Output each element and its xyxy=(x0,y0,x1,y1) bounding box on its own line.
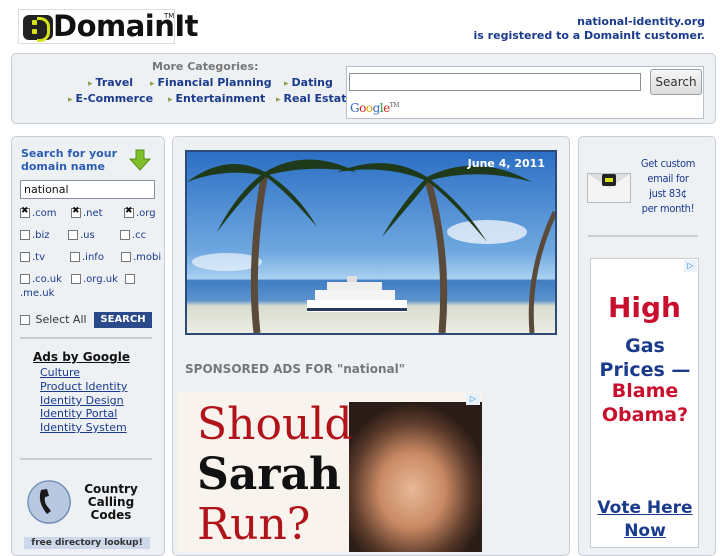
checkbox-icon[interactable] xyxy=(20,230,30,240)
bullet-icon: ▸ xyxy=(150,79,155,89)
category-dating[interactable]: ▸ Dating xyxy=(284,76,333,89)
free-directory-banner[interactable]: free directory lookup! xyxy=(24,537,150,549)
hero-date: June 4, 2011 xyxy=(467,157,545,170)
category-real-estate[interactable]: ▸ Real Estate xyxy=(276,92,354,105)
checkbox-checked-icon[interactable] xyxy=(71,206,81,218)
ad-link-culture[interactable]: Culture xyxy=(40,366,80,379)
ad-vote-link[interactable]: Vote Here Now xyxy=(595,497,695,543)
bullet-icon: ▸ xyxy=(88,79,93,89)
category-label: Travel xyxy=(95,76,134,89)
bullet-icon: ▸ xyxy=(168,95,173,105)
adchoices-icon[interactable]: ▷ xyxy=(684,260,697,272)
ad-link-product-identity[interactable]: Product Identity xyxy=(40,380,127,393)
logo-mark-icon xyxy=(23,15,53,42)
tld-checkbox-info[interactable]: .info xyxy=(70,252,104,263)
beach-cruise-illustration xyxy=(187,159,555,333)
logo-text: DomainIt xyxy=(53,9,199,43)
tld-checkbox-cc[interactable]: .cc xyxy=(120,230,146,241)
country-calling-codes-link[interactable]: Country Calling Codes xyxy=(76,483,146,522)
tld-checkbox-net[interactable]: .net xyxy=(71,206,103,219)
google-search-input[interactable] xyxy=(349,73,641,91)
registered-notice: is registered to a DomainIt customer. xyxy=(473,29,705,42)
ad-headline-gas-prices: Gas Prices — xyxy=(599,335,691,381)
should-sarah-run-ad[interactable]: Should Sarah Run? ▷ xyxy=(177,392,482,552)
ad-portrait-image xyxy=(349,402,482,552)
custom-email-promo[interactable]: Get custom email for just 83¢ per month! xyxy=(634,156,702,216)
checkbox-checked-icon[interactable] xyxy=(20,206,30,218)
checkbox-checked-icon[interactable] xyxy=(124,206,134,218)
phone-icon[interactable] xyxy=(27,480,71,524)
category-label: Dating xyxy=(291,76,333,89)
divider xyxy=(20,458,152,460)
logo-trademark: TM xyxy=(164,12,175,20)
category-label: Financial Planning xyxy=(157,76,272,89)
category-label: Entertainment xyxy=(175,92,266,105)
checkbox-icon[interactable] xyxy=(20,252,30,262)
google-logo: GoogleTM xyxy=(350,101,399,115)
category-label: E-Commerce xyxy=(75,92,154,105)
checkbox-icon[interactable] xyxy=(70,252,80,262)
ad-link-identity-system[interactable]: Identity System xyxy=(40,421,127,434)
checkbox-icon[interactable] xyxy=(125,274,135,284)
tld-label-me-uk: .me.uk xyxy=(20,288,55,299)
ad-link-identity-portal[interactable]: Identity Portal xyxy=(40,407,117,420)
bullet-icon: ▸ xyxy=(68,95,73,105)
divider xyxy=(588,235,698,237)
checkbox-icon[interactable] xyxy=(20,315,30,325)
bullet-icon: ▸ xyxy=(284,79,289,89)
ad-headline-blame: Blame Obama? xyxy=(601,380,689,426)
domainit-logo[interactable]: DomainIt TM xyxy=(18,9,199,44)
domain-search-input[interactable]: national xyxy=(20,180,155,199)
category-entertainment[interactable]: ▸ Entertainment xyxy=(168,92,265,105)
tld-checkbox-mobi[interactable]: .mobi xyxy=(121,252,161,263)
gas-prices-ad[interactable]: ▷ High Gas Prices — Blame Obama? Vote He… xyxy=(590,258,699,548)
tld-checkbox-us[interactable]: .us xyxy=(68,230,95,241)
tld-checkbox-org[interactable]: .org xyxy=(124,206,156,219)
hero-cruise-image: June 4, 2011 xyxy=(185,150,557,335)
checkbox-icon[interactable] xyxy=(20,274,30,284)
adchoices-icon[interactable]: ▷ xyxy=(466,393,480,405)
email-envelope-icon[interactable] xyxy=(587,173,631,203)
category-label: Real Estate xyxy=(283,92,354,105)
bullet-icon: ▸ xyxy=(276,95,281,105)
domain-search-title: Search for your domain name xyxy=(21,147,117,173)
checkbox-icon[interactable] xyxy=(68,230,78,240)
domain-search-button[interactable]: SEARCH xyxy=(94,312,152,328)
tld-checkbox-me-uk-box[interactable] xyxy=(125,274,137,285)
more-categories-title: More Categories: xyxy=(152,60,259,73)
ads-by-google-title[interactable]: Ads by Google xyxy=(33,350,130,364)
category-e-commerce[interactable]: ▸ E-Commerce xyxy=(68,92,153,105)
tld-checkbox-co-uk[interactable]: .co.uk xyxy=(20,274,62,285)
category-travel[interactable]: ▸ Travel xyxy=(88,76,133,89)
logo-mark-icon xyxy=(602,174,616,186)
tld-checkbox-com[interactable]: .com xyxy=(20,206,57,219)
divider xyxy=(20,337,152,339)
down-arrow-icon xyxy=(129,149,151,171)
ad-headline-high: High xyxy=(607,291,681,324)
tld-checkbox-tv[interactable]: .tv xyxy=(20,252,45,263)
select-all-checkbox[interactable]: Select All xyxy=(20,313,87,326)
tld-checkbox-org-uk[interactable]: .org.uk xyxy=(71,274,118,285)
ad-link-identity-design[interactable]: Identity Design xyxy=(40,394,124,407)
category-financial-planning[interactable]: ▸ Financial Planning xyxy=(150,76,272,89)
domain-name: national-identity.org xyxy=(577,15,705,28)
checkbox-icon[interactable] xyxy=(121,252,131,262)
tld-checkbox-biz[interactable]: .biz xyxy=(20,230,50,241)
ad-headline: Should Sarah Run? xyxy=(197,399,353,550)
google-search-button[interactable]: Search xyxy=(650,69,702,95)
checkbox-icon[interactable] xyxy=(71,274,81,284)
sponsored-ads-heading: SPONSORED ADS FOR "national" xyxy=(185,362,405,376)
checkbox-icon[interactable] xyxy=(120,230,130,240)
